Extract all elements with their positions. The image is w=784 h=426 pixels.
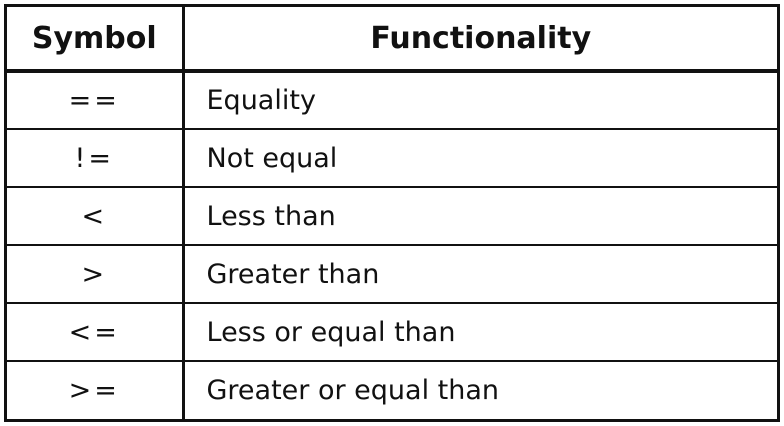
header-symbol: Symbol: [7, 7, 185, 73]
operators-table-frame: Symbol Functionality == Equality != Not …: [4, 4, 780, 422]
table-row: != Not equal: [7, 128, 777, 188]
symbol-cell: >=: [7, 360, 185, 419]
functionality-cell: Less than: [182, 186, 777, 246]
functionality-cell: Not equal: [182, 128, 777, 188]
symbol-cell: <=: [7, 302, 185, 362]
functionality-cell: Less or equal than: [182, 302, 777, 362]
table-row: == Equality: [7, 70, 777, 130]
table-row: <= Less or equal than: [7, 302, 777, 362]
symbol-cell: <: [7, 186, 185, 246]
symbol-cell: >: [7, 244, 185, 304]
functionality-cell: Equality: [182, 70, 777, 130]
table-row: < Less than: [7, 186, 777, 246]
table-row: >= Greater or equal than: [7, 360, 777, 419]
operators-table: Symbol Functionality == Equality != Not …: [7, 7, 777, 419]
symbol-cell: ==: [7, 70, 185, 130]
table-row: > Greater than: [7, 244, 777, 304]
symbol-cell: !=: [7, 128, 185, 188]
functionality-cell: Greater than: [182, 244, 777, 304]
header-functionality: Functionality: [182, 7, 777, 73]
table-header-row: Symbol Functionality: [7, 7, 777, 73]
functionality-cell: Greater or equal than: [182, 360, 777, 419]
